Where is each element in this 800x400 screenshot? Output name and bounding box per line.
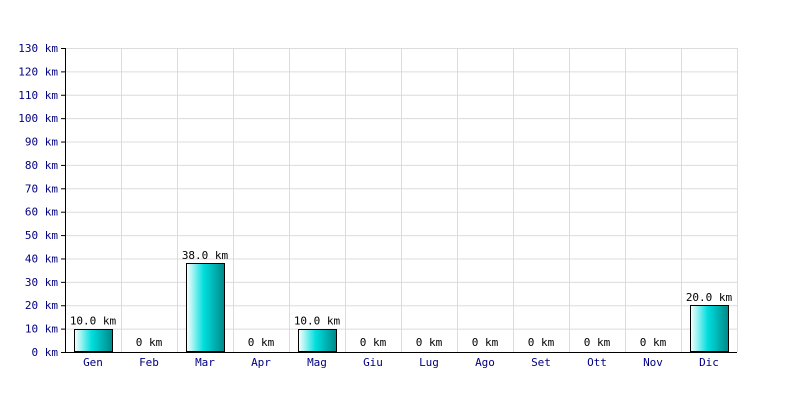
x-tick-label: Nov bbox=[643, 356, 663, 369]
bar-dic bbox=[690, 305, 729, 352]
y-tick-label: 80 km bbox=[25, 159, 58, 172]
y-tick-label: 20 km bbox=[25, 299, 58, 312]
data-label-apr: 0 km bbox=[248, 336, 275, 349]
x-tick-label: Giu bbox=[363, 356, 383, 369]
bar-mar bbox=[186, 263, 225, 352]
data-label-ott: 0 km bbox=[584, 336, 611, 349]
x-tick-label: Feb bbox=[139, 356, 159, 369]
bar-mag bbox=[298, 329, 337, 352]
x-tick-label: Dic bbox=[699, 356, 719, 369]
y-tick-label: 100 km bbox=[18, 112, 58, 125]
x-tick-label: Gen bbox=[83, 356, 103, 369]
x-tick-label: Mag bbox=[307, 356, 327, 369]
y-tick-label: 50 km bbox=[25, 229, 58, 242]
data-label-ago: 0 km bbox=[472, 336, 499, 349]
y-tick-label: 70 km bbox=[25, 182, 58, 195]
data-label-mar: 38.0 km bbox=[182, 249, 229, 262]
y-tick-label: 110 km bbox=[18, 89, 58, 102]
y-tick-label: 40 km bbox=[25, 252, 58, 265]
data-label-gen: 10.0 km bbox=[70, 315, 117, 328]
y-tick-label: 0 km bbox=[32, 346, 59, 359]
data-label-dic: 20.0 km bbox=[686, 291, 733, 304]
x-tick-label: Mar bbox=[195, 356, 215, 369]
x-tick-label: Apr bbox=[251, 356, 271, 369]
y-tick-label: 10 km bbox=[25, 323, 58, 336]
monthly-distance-bar-chart: 0 km 10 km 20 km 30 km 40 km 50 km 60 km 70 km 8… bbox=[18, 42, 738, 369]
y-tick-label: 90 km bbox=[25, 136, 58, 149]
bar-gen bbox=[74, 329, 113, 352]
x-tick-label: Ago bbox=[475, 356, 495, 369]
data-label-giu: 0 km bbox=[360, 336, 387, 349]
x-tick-label: Ott bbox=[587, 356, 607, 369]
data-label-lug: 0 km bbox=[416, 336, 443, 349]
data-label-set: 0 km bbox=[528, 336, 555, 349]
y-tick-label: 120 km bbox=[18, 65, 58, 78]
data-label-mag: 10.0 km bbox=[294, 315, 341, 328]
x-axis-tick-labels: Gen Feb Mar Apr Mag Giu Lug Ago Set Ott Nov Dic bbox=[83, 356, 719, 369]
y-axis-tick-labels: 0 km 10 km 20 km 30 km 40 km 50 km 60 km 70 km 8… bbox=[18, 42, 58, 359]
y-tick-label: 130 km bbox=[18, 42, 58, 55]
y-tick-label: 30 km bbox=[25, 276, 58, 289]
x-tick-label: Set bbox=[531, 356, 551, 369]
x-tick-label: Lug bbox=[419, 356, 439, 369]
y-tick-label: 60 km bbox=[25, 206, 58, 219]
data-label-nov: 0 km bbox=[640, 336, 667, 349]
data-label-feb: 0 km bbox=[136, 336, 163, 349]
